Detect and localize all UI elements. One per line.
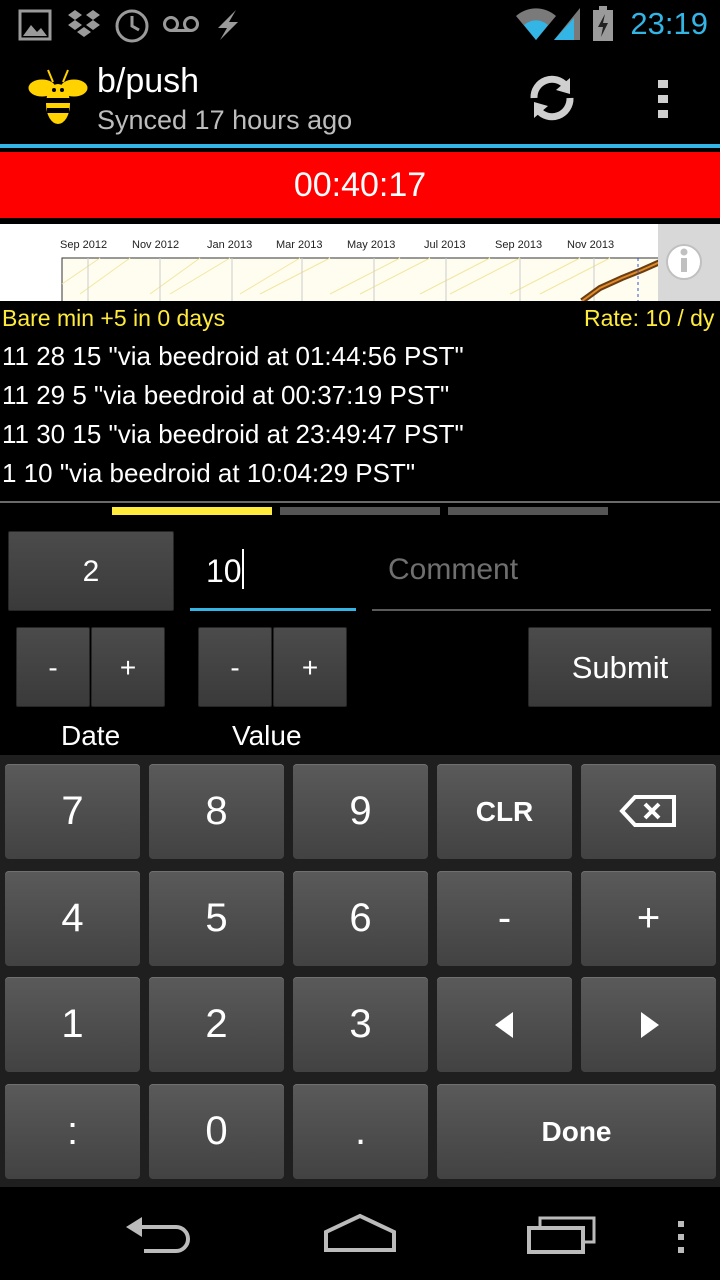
app-title: b/push — [97, 62, 200, 100]
value-field[interactable]: 10 — [190, 531, 356, 611]
value-minus-button[interactable]: - — [198, 627, 272, 707]
battery-icon — [593, 6, 613, 41]
signal-icon — [554, 8, 580, 40]
goal-graph[interactable]: Sep 2012 Nov 2012 Jan 2013 Mar 2013 May … — [0, 224, 720, 301]
graph-month-label: Nov 2013 — [567, 239, 614, 251]
page-indicator-active — [112, 507, 272, 515]
menu-dots-icon[interactable] — [676, 1220, 686, 1254]
status-bar: 23:19 — [0, 0, 720, 50]
datapoint-row[interactable]: 1 10 "via beedroid at 10:04:29 PST" — [2, 458, 415, 489]
key-colon[interactable]: : — [5, 1084, 140, 1179]
value-text: 10 — [206, 553, 242, 589]
lightning-icon — [218, 10, 238, 40]
key-plus[interactable]: + — [581, 871, 716, 966]
backspace-icon — [619, 795, 676, 827]
navigation-bar — [0, 1187, 720, 1280]
date-label: Date — [61, 720, 121, 751]
key-8[interactable]: 8 — [149, 764, 284, 859]
arrow-left-icon — [495, 1012, 513, 1038]
comment-placeholder: Comment — [388, 553, 519, 586]
key-1[interactable]: 1 — [5, 977, 140, 1072]
page-indicator — [280, 507, 440, 515]
datapoint-row[interactable]: 11 28 15 "via beedroid at 01:44:56 PST" — [2, 341, 464, 372]
key-6[interactable]: 6 — [293, 871, 428, 966]
graph-month-label: Jul 2013 — [424, 239, 466, 251]
key-cursor-right[interactable] — [581, 977, 716, 1072]
graph-month-label: Nov 2012 — [132, 239, 179, 251]
graph-month-label: May 2013 — [347, 239, 395, 251]
key-cursor-left[interactable] — [437, 977, 572, 1072]
submit-button[interactable]: Submit — [528, 627, 712, 707]
text-cursor — [242, 549, 244, 589]
wifi-icon — [516, 8, 556, 40]
key-minus[interactable]: - — [437, 871, 572, 966]
bee-logo-icon[interactable] — [26, 66, 90, 130]
bare-min-text: Bare min +5 in 0 days — [2, 305, 226, 331]
arrow-right-icon — [641, 1012, 659, 1038]
comment-field[interactable]: Comment — [372, 531, 711, 611]
back-icon[interactable] — [124, 1215, 194, 1255]
graph-month-label: Jan 2013 — [207, 239, 252, 251]
action-bar: b/push Synced 17 hours ago — [0, 50, 720, 144]
key-clear[interactable]: CLR — [437, 764, 572, 859]
key-dot[interactable]: . — [293, 1084, 428, 1179]
list-divider — [0, 501, 720, 503]
voicemail-icon — [163, 16, 199, 32]
key-2[interactable]: 2 — [149, 977, 284, 1072]
key-done[interactable]: Done — [437, 1084, 716, 1179]
sync-status: Synced 17 hours ago — [97, 105, 353, 135]
graph-month-label: Mar 2013 — [276, 239, 322, 251]
clock-icon — [115, 9, 149, 43]
key-0[interactable]: 0 — [149, 1084, 284, 1179]
rate-text: Rate: 10 / dy — [584, 305, 715, 331]
key-7[interactable]: 7 — [5, 764, 140, 859]
datapoint-row[interactable]: 11 29 5 "via beedroid at 00:37:19 PST" — [2, 380, 449, 411]
numeric-keypad: 7 8 9 CLR 4 5 6 - + 1 2 3 : 0 . Done — [0, 755, 720, 1187]
home-icon[interactable] — [322, 1212, 398, 1254]
key-9[interactable]: 9 — [293, 764, 428, 859]
date-field[interactable]: 2 — [8, 531, 174, 611]
page-indicator — [448, 507, 608, 515]
date-plus-button[interactable]: + — [91, 627, 165, 707]
key-3[interactable]: 3 — [293, 977, 428, 1072]
graph-month-label: Sep 2013 — [495, 239, 542, 251]
sync-icon[interactable] — [526, 72, 578, 124]
date-minus-button[interactable]: - — [16, 627, 90, 707]
key-5[interactable]: 5 — [149, 871, 284, 966]
key-backspace[interactable] — [581, 764, 716, 859]
status-clock: 23:19 — [630, 6, 708, 41]
dropbox-icon — [68, 10, 100, 37]
countdown-timer: 00:40:17 — [0, 152, 720, 218]
action-bar-divider — [0, 144, 720, 148]
overflow-menu-icon[interactable] — [656, 78, 670, 120]
datapoint-row[interactable]: 11 30 15 "via beedroid at 23:49:47 PST" — [2, 419, 464, 450]
value-label: Value — [232, 720, 302, 751]
value-plus-button[interactable]: + — [273, 627, 347, 707]
graph-month-label: Sep 2012 — [60, 239, 107, 251]
key-4[interactable]: 4 — [5, 871, 140, 966]
recent-apps-icon[interactable] — [526, 1215, 598, 1255]
gallery-icon — [18, 9, 52, 41]
